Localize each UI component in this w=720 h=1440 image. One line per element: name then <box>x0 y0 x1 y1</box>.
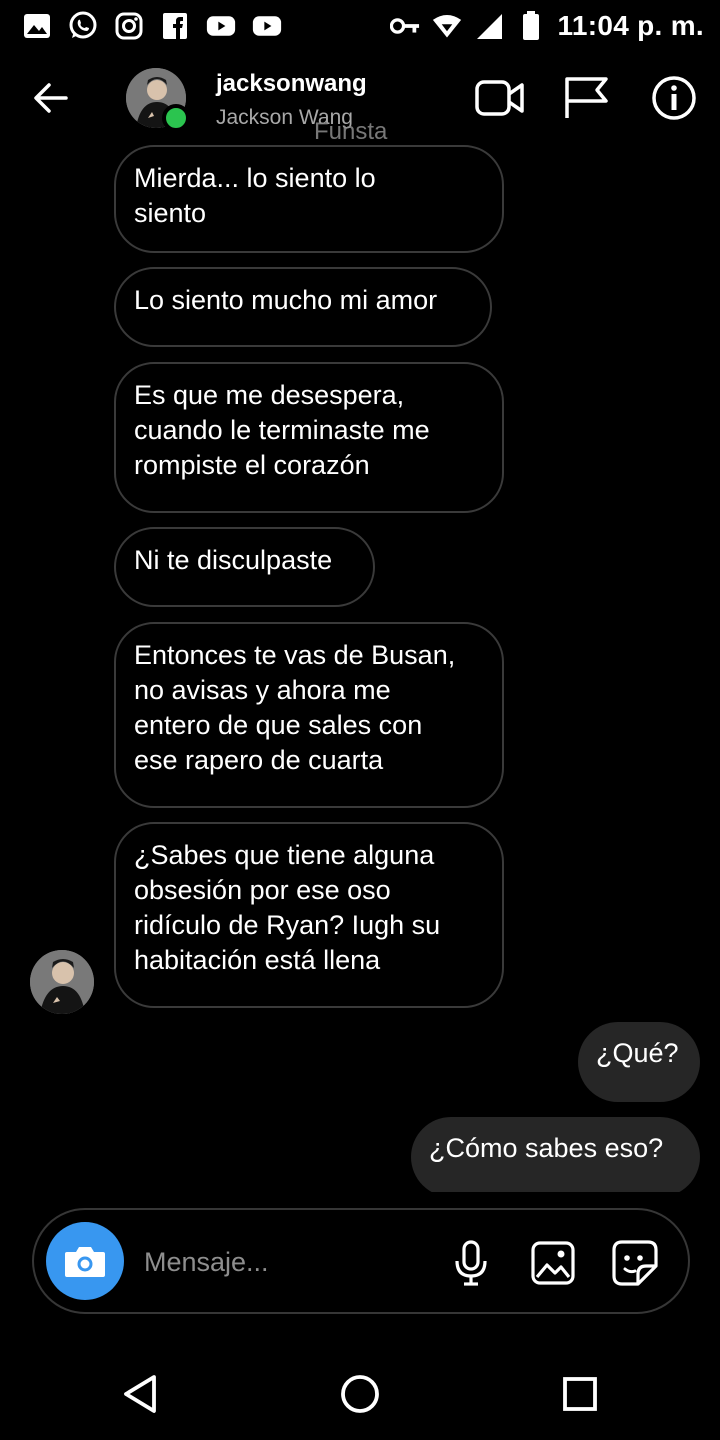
sticker-icon <box>612 1240 658 1286</box>
sticker-button[interactable] <box>610 1238 660 1288</box>
message-line: entero de que sales con <box>134 710 423 740</box>
message-bubble[interactable]: ¿Cómo sabes eso? <box>411 1117 700 1192</box>
system-navigation-bar <box>0 1340 720 1440</box>
image-icon <box>531 1241 575 1285</box>
wifi-icon <box>432 11 462 41</box>
microphone-icon <box>455 1240 487 1286</box>
message-bubble[interactable]: ¿Qué? <box>578 1022 700 1102</box>
message-line: cuando le terminaste me <box>134 415 430 445</box>
message-bubble[interactable]: ¿Sabes que tiene alguna obsesión por ese… <box>114 822 504 1008</box>
back-arrow-icon <box>34 83 68 113</box>
info-icon <box>652 76 696 120</box>
message-line: ¿Sabes que tiene alguna <box>134 840 435 870</box>
camera-button[interactable] <box>46 1222 124 1300</box>
message-line: Es que me desespera, <box>134 380 405 410</box>
circle-home-icon <box>341 1375 379 1413</box>
status-time: 11:04 p. m. <box>557 10 704 41</box>
message-line: Ni te disculpaste <box>134 545 333 575</box>
message-line: Lo siento mucho mi amor <box>134 285 438 315</box>
message-line: Entonces te vas de Busan, <box>134 640 456 670</box>
nav-home-button[interactable] <box>330 1364 390 1424</box>
gallery-icon <box>22 11 52 41</box>
battery-icon <box>516 11 546 41</box>
message-line: rompiste el corazón <box>134 450 370 480</box>
message-bubble[interactable]: Mierda... lo siento lo siento <box>114 145 504 253</box>
chat-username[interactable]: jacksonwang <box>216 70 367 98</box>
message-bubble[interactable]: Entonces te vas de Busan, no avisas y ah… <box>114 622 504 808</box>
message-thread[interactable]: Mierda... lo siento lo siento Lo siento … <box>0 142 720 1192</box>
message-line: ese rapero de cuarta <box>134 745 384 775</box>
square-recents-icon <box>563 1377 597 1411</box>
gallery-button[interactable] <box>528 1238 578 1288</box>
sender-avatar[interactable] <box>30 950 94 1014</box>
message-line: no avisas y ahora me <box>134 675 391 705</box>
whatsapp-icon <box>68 11 98 41</box>
system-indicators: 11:04 p. m. <box>389 10 705 42</box>
video-call-button[interactable] <box>474 72 526 124</box>
youtube-icon <box>252 11 282 41</box>
video-camera-icon <box>475 80 524 116</box>
message-bubble[interactable]: Lo siento mucho mi amor <box>114 267 492 347</box>
notification-icons <box>22 11 282 41</box>
youtube-icon <box>206 11 236 41</box>
chat-header: jacksonwang Jackson Wang Funsta <box>0 58 720 145</box>
info-button[interactable] <box>648 72 700 124</box>
message-composer <box>32 1208 690 1314</box>
avatar-photo-icon <box>30 950 94 1014</box>
nav-recents-button[interactable] <box>550 1364 610 1424</box>
message-line: ¿Cómo sabes eso? <box>429 1133 664 1163</box>
message-line: Mierda... lo siento lo <box>134 163 376 193</box>
signal-icon <box>474 11 504 41</box>
message-line: siento <box>134 198 207 228</box>
message-bubble[interactable]: Ni te disculpaste <box>114 527 375 607</box>
message-line: obsesión por ese oso <box>134 875 391 905</box>
report-flag-button[interactable] <box>560 72 612 124</box>
back-button[interactable] <box>28 76 72 120</box>
message-input[interactable] <box>144 1240 424 1284</box>
voice-message-button[interactable] <box>446 1238 496 1288</box>
message-line: ridículo de Ryan? Iugh su <box>134 910 441 940</box>
instagram-icon <box>114 11 144 41</box>
message-line: habitación está llena <box>134 945 381 975</box>
nav-back-button[interactable] <box>110 1364 170 1424</box>
status-bar: 11:04 p. m. <box>0 0 720 52</box>
key-icon <box>389 11 420 41</box>
message-line: ¿Qué? <box>596 1038 679 1068</box>
message-bubble[interactable]: Es que me desespera, cuando le terminast… <box>114 362 504 513</box>
online-status-dot <box>162 104 190 132</box>
triangle-back-icon <box>124 1375 156 1413</box>
flag-icon <box>565 77 608 118</box>
camera-icon <box>65 1247 105 1277</box>
facebook-icon <box>160 11 190 41</box>
